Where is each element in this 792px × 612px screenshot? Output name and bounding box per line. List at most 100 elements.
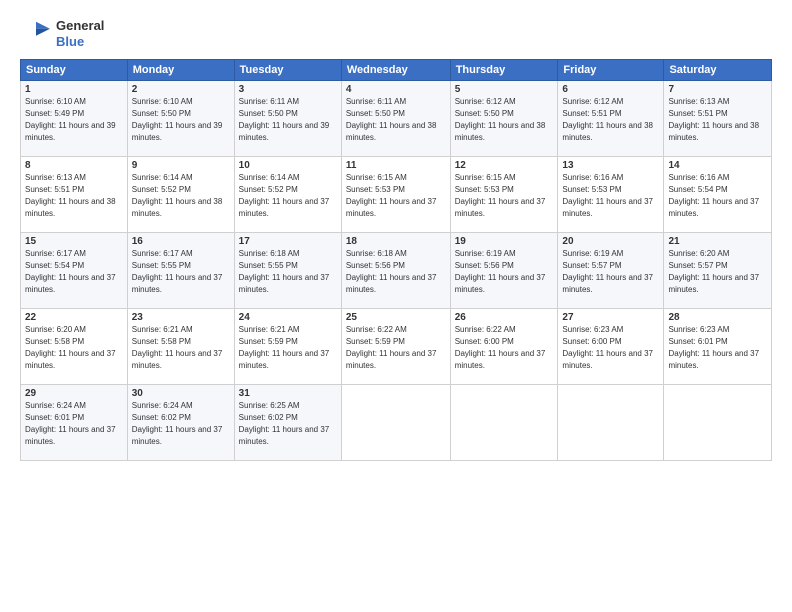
day-info: Sunrise: 6:21 AMSunset: 5:58 PMDaylight:… bbox=[132, 325, 223, 369]
day-number: 5 bbox=[455, 84, 554, 95]
weekday-header-thursday: Thursday bbox=[450, 60, 558, 81]
day-info: Sunrise: 6:17 AMSunset: 5:54 PMDaylight:… bbox=[25, 249, 116, 293]
calendar-cell: 19 Sunrise: 6:19 AMSunset: 5:56 PMDayligh… bbox=[450, 233, 558, 309]
weekday-header-wednesday: Wednesday bbox=[341, 60, 450, 81]
day-number: 24 bbox=[239, 312, 337, 323]
day-info: Sunrise: 6:15 AMSunset: 5:53 PMDaylight:… bbox=[346, 173, 437, 217]
calendar-cell: 13 Sunrise: 6:16 AMSunset: 5:53 PMDayligh… bbox=[558, 157, 664, 233]
day-number: 13 bbox=[562, 160, 659, 171]
calendar-cell: 31 Sunrise: 6:25 AMSunset: 6:02 PMDayligh… bbox=[234, 385, 341, 461]
day-info: Sunrise: 6:20 AMSunset: 5:57 PMDaylight:… bbox=[668, 249, 759, 293]
calendar-cell: 22 Sunrise: 6:20 AMSunset: 5:58 PMDayligh… bbox=[21, 309, 128, 385]
calendar-cell: 25 Sunrise: 6:22 AMSunset: 5:59 PMDayligh… bbox=[341, 309, 450, 385]
calendar-cell: 1 Sunrise: 6:10 AMSunset: 5:49 PMDaylight… bbox=[21, 81, 128, 157]
day-number: 1 bbox=[25, 84, 123, 95]
weekday-header-saturday: Saturday bbox=[664, 60, 772, 81]
day-number: 17 bbox=[239, 236, 337, 247]
day-info: Sunrise: 6:11 AMSunset: 5:50 PMDaylight:… bbox=[346, 97, 437, 141]
day-info: Sunrise: 6:14 AMSunset: 5:52 PMDaylight:… bbox=[132, 173, 223, 217]
calendar-cell: 23 Sunrise: 6:21 AMSunset: 5:58 PMDayligh… bbox=[127, 309, 234, 385]
day-info: Sunrise: 6:13 AMSunset: 5:51 PMDaylight:… bbox=[25, 173, 116, 217]
day-info: Sunrise: 6:20 AMSunset: 5:58 PMDaylight:… bbox=[25, 325, 116, 369]
day-info: Sunrise: 6:18 AMSunset: 5:56 PMDaylight:… bbox=[346, 249, 437, 293]
day-info: Sunrise: 6:24 AMSunset: 6:02 PMDaylight:… bbox=[132, 401, 223, 445]
calendar-cell: 20 Sunrise: 6:19 AMSunset: 5:57 PMDayligh… bbox=[558, 233, 664, 309]
day-info: Sunrise: 6:15 AMSunset: 5:53 PMDaylight:… bbox=[455, 173, 546, 217]
page: General Blue SundayMondayTuesdayWednesda… bbox=[0, 0, 792, 612]
calendar-cell: 17Sunrise: 6:18 AMSunset: 5:55 PMDayligh… bbox=[234, 233, 341, 309]
calendar-cell: 12 Sunrise: 6:15 AMSunset: 5:53 PMDayligh… bbox=[450, 157, 558, 233]
weekday-header-monday: Monday bbox=[127, 60, 234, 81]
header: General Blue bbox=[20, 18, 772, 49]
weekday-header-tuesday: Tuesday bbox=[234, 60, 341, 81]
calendar-cell: 10Sunrise: 6:14 AMSunset: 5:52 PMDayligh… bbox=[234, 157, 341, 233]
day-info: Sunrise: 6:24 AMSunset: 6:01 PMDaylight:… bbox=[25, 401, 116, 445]
day-number: 30 bbox=[132, 388, 230, 399]
day-info: Sunrise: 6:21 AMSunset: 5:59 PMDaylight:… bbox=[239, 325, 330, 369]
day-number: 31 bbox=[239, 388, 337, 399]
day-info: Sunrise: 6:19 AMSunset: 5:56 PMDaylight:… bbox=[455, 249, 546, 293]
day-number: 27 bbox=[562, 312, 659, 323]
day-number: 28 bbox=[668, 312, 767, 323]
calendar-cell: 11 Sunrise: 6:15 AMSunset: 5:53 PMDayligh… bbox=[341, 157, 450, 233]
calendar-cell bbox=[341, 385, 450, 461]
day-info: Sunrise: 6:12 AMSunset: 5:50 PMDaylight:… bbox=[455, 97, 546, 141]
weekday-header-friday: Friday bbox=[558, 60, 664, 81]
day-info: Sunrise: 6:22 AMSunset: 5:59 PMDaylight:… bbox=[346, 325, 437, 369]
day-info: Sunrise: 6:14 AMSunset: 5:52 PMDaylight:… bbox=[239, 173, 330, 217]
day-number: 16 bbox=[132, 236, 230, 247]
day-number: 6 bbox=[562, 84, 659, 95]
day-info: Sunrise: 6:11 AMSunset: 5:50 PMDaylight:… bbox=[239, 97, 330, 141]
day-number: 12 bbox=[455, 160, 554, 171]
day-number: 11 bbox=[346, 160, 446, 171]
calendar-cell: 29 Sunrise: 6:24 AMSunset: 6:01 PMDayligh… bbox=[21, 385, 128, 461]
calendar-cell: 16 Sunrise: 6:17 AMSunset: 5:55 PMDayligh… bbox=[127, 233, 234, 309]
day-number: 23 bbox=[132, 312, 230, 323]
day-number: 19 bbox=[455, 236, 554, 247]
calendar-cell: 3 Sunrise: 6:11 AMSunset: 5:50 PMDaylight… bbox=[234, 81, 341, 157]
calendar-cell: 21 Sunrise: 6:20 AMSunset: 5:57 PMDayligh… bbox=[664, 233, 772, 309]
day-info: Sunrise: 6:17 AMSunset: 5:55 PMDaylight:… bbox=[132, 249, 223, 293]
day-number: 2 bbox=[132, 84, 230, 95]
calendar-cell: 6 Sunrise: 6:12 AMSunset: 5:51 PMDaylight… bbox=[558, 81, 664, 157]
calendar-cell: 15 Sunrise: 6:17 AMSunset: 5:54 PMDayligh… bbox=[21, 233, 128, 309]
day-number: 14 bbox=[668, 160, 767, 171]
day-number: 21 bbox=[668, 236, 767, 247]
calendar-cell: 28 Sunrise: 6:23 AMSunset: 6:01 PMDayligh… bbox=[664, 309, 772, 385]
logo-icon bbox=[20, 20, 52, 48]
day-number: 15 bbox=[25, 236, 123, 247]
day-info: Sunrise: 6:10 AMSunset: 5:50 PMDaylight:… bbox=[132, 97, 223, 141]
calendar-cell: 14 Sunrise: 6:16 AMSunset: 5:54 PMDayligh… bbox=[664, 157, 772, 233]
day-info: Sunrise: 6:25 AMSunset: 6:02 PMDaylight:… bbox=[239, 401, 330, 445]
calendar-cell: 8 Sunrise: 6:13 AMSunset: 5:51 PMDaylight… bbox=[21, 157, 128, 233]
day-info: Sunrise: 6:22 AMSunset: 6:00 PMDaylight:… bbox=[455, 325, 546, 369]
day-number: 26 bbox=[455, 312, 554, 323]
calendar-cell: 5 Sunrise: 6:12 AMSunset: 5:50 PMDaylight… bbox=[450, 81, 558, 157]
day-info: Sunrise: 6:12 AMSunset: 5:51 PMDaylight:… bbox=[562, 97, 653, 141]
day-number: 4 bbox=[346, 84, 446, 95]
calendar-cell: 27Sunrise: 6:23 AMSunset: 6:00 PMDayligh… bbox=[558, 309, 664, 385]
calendar-cell: 7Sunrise: 6:13 AMSunset: 5:51 PMDaylight… bbox=[664, 81, 772, 157]
day-number: 7 bbox=[668, 84, 767, 95]
calendar-cell bbox=[664, 385, 772, 461]
day-number: 18 bbox=[346, 236, 446, 247]
day-number: 22 bbox=[25, 312, 123, 323]
calendar-cell: 4 Sunrise: 6:11 AMSunset: 5:50 PMDaylight… bbox=[341, 81, 450, 157]
day-info: Sunrise: 6:10 AMSunset: 5:49 PMDaylight:… bbox=[25, 97, 116, 141]
day-number: 20 bbox=[562, 236, 659, 247]
calendar-cell: 30 Sunrise: 6:24 AMSunset: 6:02 PMDayligh… bbox=[127, 385, 234, 461]
day-info: Sunrise: 6:19 AMSunset: 5:57 PMDaylight:… bbox=[562, 249, 653, 293]
day-number: 25 bbox=[346, 312, 446, 323]
day-number: 3 bbox=[239, 84, 337, 95]
day-info: Sunrise: 6:16 AMSunset: 5:54 PMDaylight:… bbox=[668, 173, 759, 217]
calendar-cell bbox=[558, 385, 664, 461]
day-number: 29 bbox=[25, 388, 123, 399]
day-info: Sunrise: 6:16 AMSunset: 5:53 PMDaylight:… bbox=[562, 173, 653, 217]
day-info: Sunrise: 6:23 AMSunset: 6:01 PMDaylight:… bbox=[668, 325, 759, 369]
weekday-header-sunday: Sunday bbox=[21, 60, 128, 81]
calendar-cell: 9 Sunrise: 6:14 AMSunset: 5:52 PMDaylight… bbox=[127, 157, 234, 233]
calendar-cell bbox=[450, 385, 558, 461]
day-number: 9 bbox=[132, 160, 230, 171]
calendar-cell: 2 Sunrise: 6:10 AMSunset: 5:50 PMDaylight… bbox=[127, 81, 234, 157]
day-number: 8 bbox=[25, 160, 123, 171]
